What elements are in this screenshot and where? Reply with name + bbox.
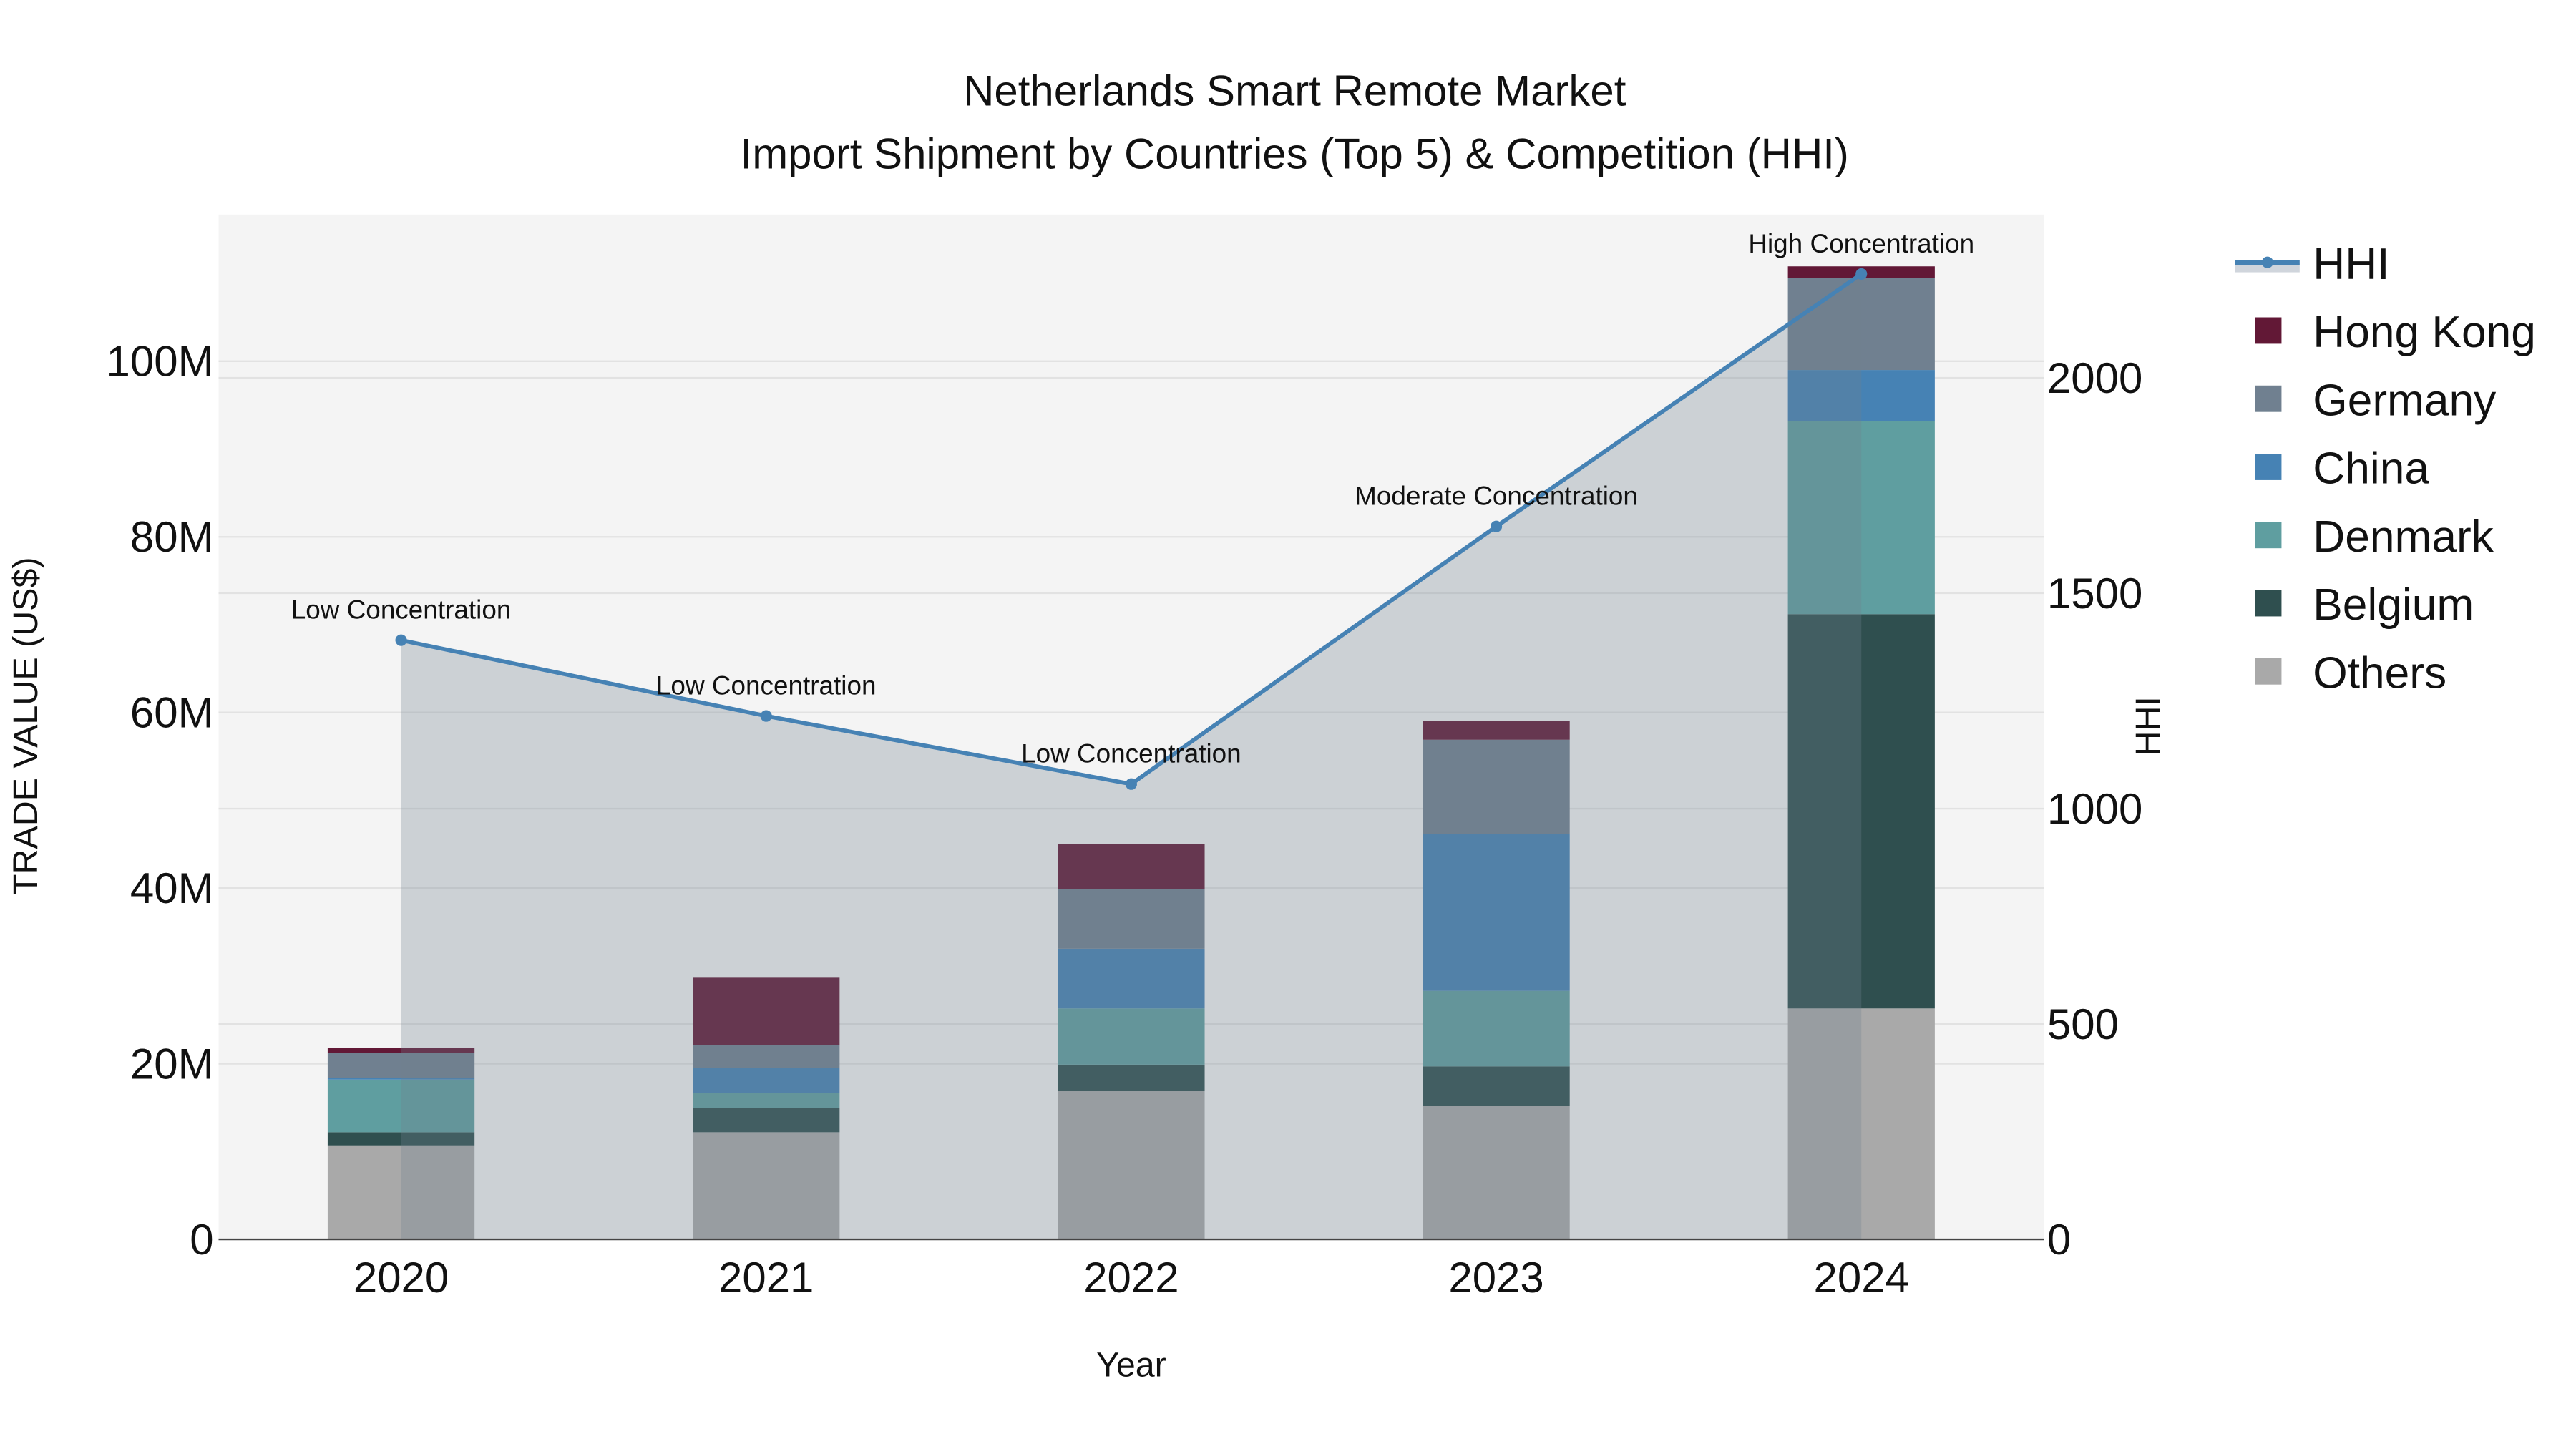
- y2-tick-label: 500: [2047, 1000, 2119, 1048]
- y-tick-label: 80M: [130, 513, 214, 561]
- hhi-point-2020: [395, 634, 407, 646]
- x-axis-title: Year: [1096, 1346, 1166, 1385]
- y2-tick-label: 2000: [2047, 354, 2142, 402]
- legend-label-china: China: [2313, 444, 2429, 494]
- legend-hhi-marker: [2261, 256, 2273, 268]
- y-axis-title: TRADE VALUE (US$): [6, 557, 45, 895]
- legend-swatch-china: [2255, 454, 2282, 480]
- y2-tick-label: 1500: [2047, 570, 2142, 618]
- y-tick-label: 100M: [107, 338, 214, 386]
- legend-swatch-hong-kong: [2255, 317, 2282, 344]
- legend-label-hhi: HHI: [2313, 240, 2389, 289]
- hhi-point-2021: [760, 710, 772, 722]
- y-tick-label: 0: [190, 1216, 213, 1264]
- y-tick-label: 40M: [130, 864, 214, 912]
- hhi-annotation-2021: Low Concentration: [656, 671, 877, 701]
- y2-tick-label: 0: [2047, 1216, 2071, 1264]
- legend-label-hong-kong: Hong Kong: [2313, 308, 2536, 357]
- x-tick-label: 2020: [353, 1254, 449, 1302]
- hhi-point-2023: [1490, 520, 1503, 532]
- y-tick-label: 20M: [130, 1040, 214, 1088]
- legend-label-germany: Germany: [2313, 376, 2497, 425]
- x-tick-label: 2022: [1083, 1254, 1179, 1302]
- hhi-point-2022: [1125, 778, 1137, 790]
- hhi-annotation-2022: Low Concentration: [1021, 739, 1241, 769]
- x-tick-label: 2023: [1448, 1254, 1543, 1302]
- y2-tick-label: 1000: [2047, 785, 2142, 833]
- chart: Netherlands Smart Remote Market Import S…: [6, 67, 2536, 1385]
- legend-swatch-denmark: [2255, 522, 2282, 549]
- chart-title-line2: Import Shipment by Countries (Top 5) & C…: [741, 130, 1849, 177]
- legend-swatch-belgium: [2255, 590, 2282, 617]
- x-tick-label: 2024: [1814, 1254, 1909, 1302]
- hhi-point-2024: [1855, 268, 1868, 280]
- hhi-annotation-2023: Moderate Concentration: [1355, 482, 1638, 511]
- legend-label-others: Others: [2313, 648, 2446, 698]
- legend-swatch-germany: [2255, 385, 2282, 412]
- chart-title-line1: Netherlands Smart Remote Market: [963, 67, 1626, 115]
- hhi-annotation-2020: Low Concentration: [291, 595, 512, 625]
- x-tick-label: 2021: [718, 1254, 814, 1302]
- y-tick-label: 60M: [130, 688, 214, 736]
- legend-swatch-others: [2255, 658, 2282, 685]
- legend-label-denmark: Denmark: [2313, 512, 2494, 562]
- y2-axis-title: HHI: [2129, 696, 2167, 756]
- hhi-annotation-2024: High Concentration: [1748, 229, 1974, 258]
- legend-label-belgium: Belgium: [2313, 580, 2474, 630]
